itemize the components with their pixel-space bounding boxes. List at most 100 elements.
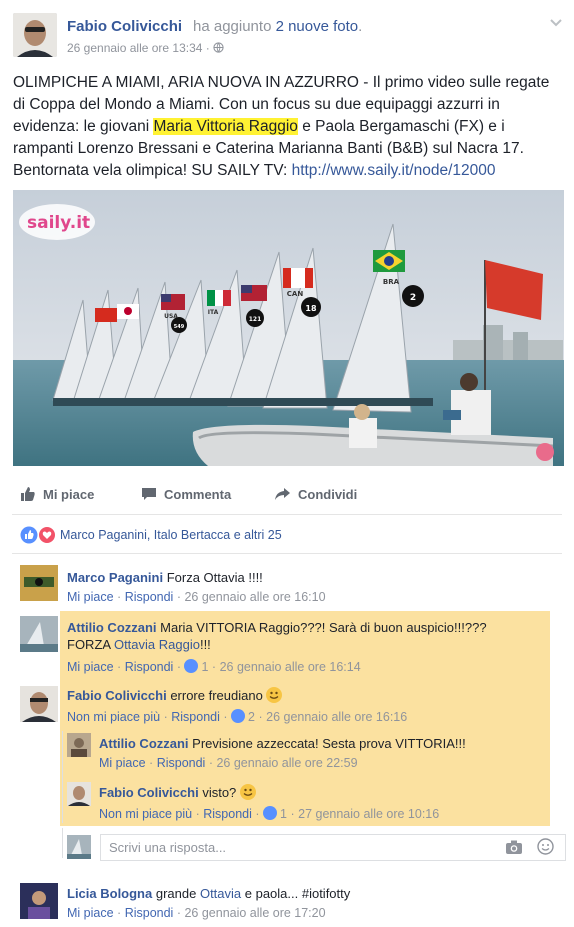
current-user-avatar [67, 835, 91, 859]
comment-like-link[interactable]: Mi piace [67, 590, 114, 604]
meta-separator: · [176, 590, 181, 604]
reply-author-avatar[interactable] [67, 782, 91, 806]
comment-reply-link[interactable]: Rispondi [125, 906, 174, 920]
sail-number-549: 549 [174, 324, 185, 330]
comment-text: grande [155, 886, 200, 901]
saily-logo: saily.it [27, 213, 90, 233]
comment-like-link[interactable]: Mi piace [67, 906, 114, 920]
sail-label-can: CAN [287, 290, 304, 298]
smiley-emoji-icon [266, 687, 283, 703]
comment-mention[interactable]: Ottavia [200, 886, 241, 901]
sail-number-121: 121 [249, 316, 262, 323]
globe-icon [213, 42, 224, 53]
like-button[interactable]: Mi piace [20, 486, 94, 502]
meta-separator: · [211, 660, 217, 674]
share-arrow-icon [275, 488, 290, 500]
post-timestamp[interactable]: 26 gennaio alle ore 13:34 · [67, 41, 224, 55]
reply-thread-line [62, 731, 63, 823]
post-author-name[interactable]: Fabio Colivicchi [67, 18, 182, 35]
reactions-text[interactable]: Marco Paganini, Italo Bertacca e altri 2… [60, 528, 282, 542]
comment-text: errore freudiano [170, 688, 263, 703]
sail-label-bra: BRA [383, 278, 400, 286]
comment-text: Forza Ottavia !!!! [166, 570, 263, 585]
like-count-icon [184, 659, 199, 673]
emoji-picker-icon[interactable] [537, 838, 554, 860]
comment-time[interactable]: 26 gennaio alle ore 16:10 [184, 590, 325, 604]
meta-separator: · [117, 590, 122, 604]
comment-reply-link[interactable]: Rispondi [125, 660, 174, 674]
comment-reply-link[interactable]: Rispondi [125, 590, 174, 604]
reply-author[interactable]: Attilio Cozzani [99, 736, 189, 751]
comment-like-link[interactable]: Mi piace [67, 660, 114, 674]
post-time-text[interactable]: 26 gennaio alle ore 13:34 [67, 41, 202, 55]
comment-meta: Mi piace · Rispondi · 1 · 26 gennaio all… [67, 659, 361, 674]
reply-reply-link[interactable]: Rispondi [203, 807, 252, 821]
action-suffix: . [358, 18, 363, 35]
reply-author-avatar[interactable] [67, 733, 91, 757]
comment-meta: Mi piace · Rispondi · 26 gennaio alle or… [67, 590, 326, 604]
comment-unlike-link[interactable]: Non mi piace più [67, 710, 160, 724]
saily-tv-link[interactable]: http://www.saily.it/node/12000 [292, 162, 496, 179]
sail-number-18: 18 [305, 304, 317, 313]
comment-reply-link[interactable]: Rispondi [171, 710, 220, 724]
comment-mention[interactable]: Ottavia Raggio [114, 637, 200, 652]
new-photos-link[interactable]: 2 nuove foto [276, 18, 359, 35]
reply-like-link[interactable]: Mi piace [99, 756, 146, 770]
comment-body: Fabio Colivicchi errore freudiano [67, 687, 283, 704]
comment-text-end: !!! [199, 637, 211, 652]
post-options-chevron-icon[interactable] [548, 14, 564, 30]
sail-number-2: 2 [410, 293, 416, 303]
reply-body: Attilio Cozzani Previsione azzeccata! Se… [99, 735, 466, 752]
reply-unlike-link[interactable]: Non mi piace più [99, 807, 192, 821]
commenter-avatar[interactable] [20, 616, 58, 652]
post-photo[interactable]: 2 BRA 18 CAN 121 ITA USA 549 saily.it [13, 190, 564, 466]
regatta-photo: 2 BRA 18 CAN 121 ITA USA 549 saily.it [13, 190, 564, 466]
comment-body: Marco Paganini Forza Ottavia !!!! [67, 569, 263, 586]
commenter-avatar[interactable] [20, 883, 58, 919]
reply-input[interactable]: Scrivi una risposta... [100, 834, 566, 861]
like-button-label: Mi piace [43, 486, 95, 502]
commenter-avatar[interactable] [20, 565, 58, 601]
comment-meta: Non mi piace più · Rispondi · 2 · 26 gen… [67, 709, 407, 724]
divider [12, 514, 562, 515]
reply-reply-link[interactable]: Rispondi [157, 756, 206, 770]
comment-like-count[interactable]: 2 [248, 710, 255, 724]
meta-separator: · [117, 660, 122, 674]
post-action-bar: Mi piace Commenta Condividi [0, 477, 574, 511]
comment-time[interactable]: 26 gennaio alle ore 16:14 [220, 660, 361, 674]
comment-like-count[interactable]: 1 [201, 660, 208, 674]
meta-separator: · [258, 710, 263, 724]
comment-author[interactable]: Attilio Cozzani [67, 620, 157, 635]
reply-meta: Mi piace · Rispondi · 26 gennaio alle or… [99, 756, 358, 770]
like-count-icon [231, 709, 246, 723]
camera-icon[interactable] [505, 839, 523, 860]
comment-author[interactable]: Licia Bologna [67, 886, 152, 901]
comment-body: Attilio Cozzani Maria VITTORIA Raggio???… [67, 619, 527, 653]
comment-meta: Mi piace · Rispondi · 26 gennaio alle or… [67, 906, 326, 920]
sail-label-usa: USA [164, 313, 178, 320]
like-count-icon [263, 806, 278, 820]
comment-author[interactable]: Marco Paganini [67, 570, 163, 585]
action-prefix: ha aggiunto [193, 18, 272, 35]
meta-separator: · [195, 807, 200, 821]
comment-button[interactable]: Commenta [141, 486, 231, 502]
comment-time[interactable]: 26 gennaio alle ore 16:16 [266, 710, 407, 724]
share-button[interactable]: Condividi [274, 486, 357, 502]
reply-time[interactable]: 27 gennaio alle ore 10:16 [298, 807, 439, 821]
comment-icon [142, 488, 156, 500]
reply-author[interactable]: Fabio Colivicchi [99, 785, 199, 800]
post-action-text: ha aggiunto 2 nuove foto. [193, 18, 362, 35]
meta-separator: · [117, 906, 122, 920]
reply-like-count[interactable]: 1 [280, 807, 287, 821]
comment-author[interactable]: Fabio Colivicchi [67, 688, 167, 703]
commenter-avatar[interactable] [20, 686, 58, 722]
tagged-name-highlight[interactable]: Maria Vittoria Raggio [153, 118, 298, 135]
comment-time[interactable]: 26 gennaio alle ore 17:20 [184, 906, 325, 920]
reply-text: Previsione azzeccata! Sesta prova VITTOR… [192, 736, 466, 751]
reactions-summary[interactable]: Marco Paganini, Italo Bertacca e altri 2… [20, 526, 282, 544]
reply-time[interactable]: 26 gennaio alle ore 22:59 [216, 756, 357, 770]
reply-body: Fabio Colivicchi visto? [99, 784, 256, 801]
meta-separator: · [208, 756, 213, 770]
author-avatar[interactable] [13, 13, 57, 57]
thumbs-up-icon [21, 487, 35, 501]
